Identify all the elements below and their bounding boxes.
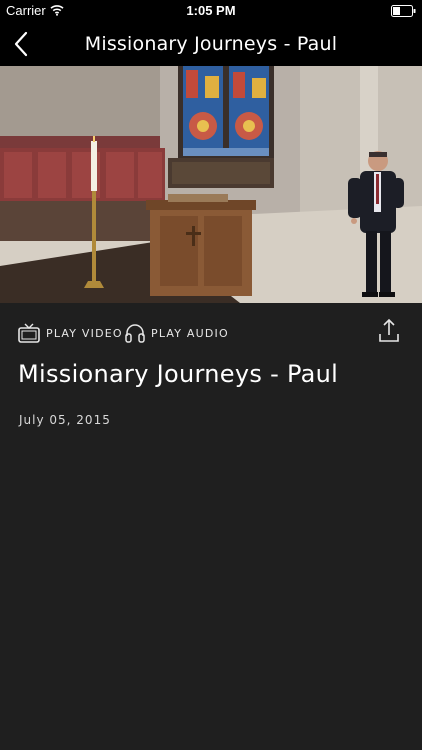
play-audio-button[interactable]: PLAY AUDIO [125, 320, 229, 346]
video-thumbnail-image [0, 66, 422, 303]
play-audio-label: PLAY AUDIO [151, 326, 229, 340]
tv-icon [18, 323, 40, 343]
sermon-title: Missionary Journeys - Paul [18, 360, 339, 388]
play-video-label: PLAY VIDEO [46, 326, 123, 340]
status-bar: Carrier 1:05 PM [0, 0, 422, 22]
navigation-bar: Missionary Journeys - Paul [0, 22, 422, 66]
chevron-left-icon[interactable] [10, 30, 34, 58]
media-actions: PLAY VIDEO PLAY AUDIO [0, 316, 422, 348]
nav-title: Missionary Journeys - Paul [84, 33, 338, 55]
clock: 1:05 PM [186, 3, 236, 18]
headphones-icon [125, 324, 145, 343]
battery-icon [391, 5, 416, 17]
sermon-date: July 05, 2015 [19, 413, 111, 427]
share-icon[interactable] [378, 318, 400, 344]
play-video-button[interactable]: PLAY VIDEO [18, 320, 123, 346]
video-thumbnail[interactable] [0, 66, 422, 303]
